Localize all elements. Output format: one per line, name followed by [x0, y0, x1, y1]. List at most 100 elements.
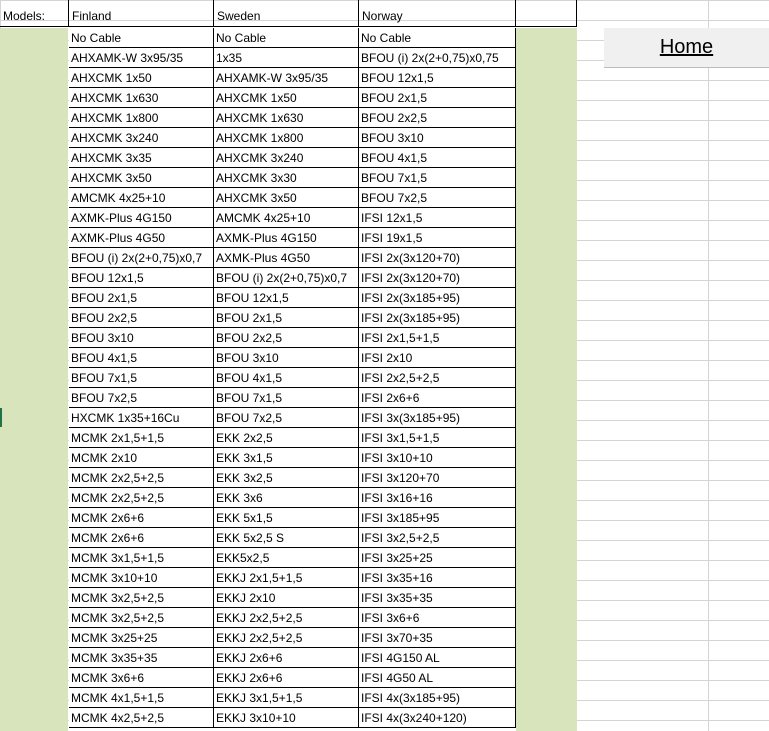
cell-finland[interactable]: AHXCMK 3x35	[69, 148, 214, 168]
cell-finland[interactable]: AHXCMK 3x50	[69, 168, 214, 188]
cell-sweden[interactable]: AHXCMK 1x630	[214, 108, 359, 128]
cell-norway[interactable]: IFSI 2x1,5+1,5	[359, 328, 516, 348]
cell-finland[interactable]: AHXCMK 1x800	[69, 108, 214, 128]
cell-norway[interactable]: IFSI 2x6+6	[359, 388, 516, 408]
cell-norway[interactable]: IFSI 3x120+70	[359, 468, 516, 488]
cell-norway[interactable]: IFSI 2x(3x185+95)	[359, 308, 516, 328]
cell-norway[interactable]: BFOU (i) 2x(2+0,75)x0,75	[359, 48, 516, 68]
cell-finland[interactable]: AXMK-Plus 4G150	[69, 208, 214, 228]
cell-norway[interactable]: BFOU 12x1,5	[359, 68, 516, 88]
cell-norway[interactable]: IFSI 19x1,5	[359, 228, 516, 248]
cell-norway[interactable]: IFSI 3x2,5+2,5	[359, 528, 516, 548]
cell-norway[interactable]: IFSI 2x10	[359, 348, 516, 368]
cell-sweden[interactable]: EKKJ 3x10+10	[214, 708, 359, 728]
header-norway-cell[interactable]: Norway	[359, 0, 516, 27]
cell-sweden[interactable]: EKK 3x6	[214, 488, 359, 508]
cell-sweden[interactable]: EKK 5x2,5 S	[214, 528, 359, 548]
models-label-cell[interactable]: Models:	[0, 0, 69, 27]
cell-finland[interactable]: MCMK 2x2,5+2,5	[69, 488, 214, 508]
cell-finland[interactable]: MCMK 3x35+35	[69, 648, 214, 668]
cell-sweden[interactable]: BFOU 7x2,5	[214, 408, 359, 428]
cell-sweden[interactable]: EKK 3x1,5	[214, 448, 359, 468]
cell-norway[interactable]: BFOU 4x1,5	[359, 148, 516, 168]
cell-finland[interactable]: BFOU 2x1,5	[69, 288, 214, 308]
cell-norway[interactable]: IFSI 2x(3x120+70)	[359, 248, 516, 268]
cell-sweden[interactable]: AHXCMK 1x800	[214, 128, 359, 148]
cell-finland[interactable]: BFOU (i) 2x(2+0,75)x0,7	[69, 248, 214, 268]
home-button[interactable]: Home	[604, 28, 769, 68]
cell-sweden[interactable]: EKK 5x1,5	[214, 508, 359, 528]
cell-finland[interactable]: BFOU 12x1,5	[69, 268, 214, 288]
cell-finland[interactable]: BFOU 4x1,5	[69, 348, 214, 368]
cell-sweden[interactable]: AHXCMK 3x30	[214, 168, 359, 188]
cell-norway[interactable]: IFSI 4G150 AL	[359, 648, 516, 668]
cell-finland[interactable]: MCMK 3x10+10	[69, 568, 214, 588]
cell-finland[interactable]: MCMK 3x25+25	[69, 628, 214, 648]
header-empty-cell[interactable]	[516, 0, 577, 27]
cell-sweden[interactable]: BFOU 3x10	[214, 348, 359, 368]
cell-norway[interactable]: IFSI 3x6+6	[359, 608, 516, 628]
cell-finland[interactable]: AMCMK 4x25+10	[69, 188, 214, 208]
cell-sweden[interactable]: BFOU 2x1,5	[214, 308, 359, 328]
cell-finland[interactable]: MCMK 2x2,5+2,5	[69, 468, 214, 488]
cell-norway[interactable]: IFSI 3x1,5+1,5	[359, 428, 516, 448]
cell-sweden[interactable]: AHXCMK 3x240	[214, 148, 359, 168]
cell-finland[interactable]: HXCMK 1x35+16Cu	[69, 408, 214, 428]
cell-norway[interactable]: IFSI 4x(3x185+95)	[359, 688, 516, 708]
cell-norway[interactable]: IFSI 3x35+16	[359, 568, 516, 588]
cell-norway[interactable]: IFSI 4x(3x240+120)	[359, 708, 516, 728]
cell-sweden[interactable]: BFOU 4x1,5	[214, 368, 359, 388]
cell-sweden[interactable]: No Cable	[214, 28, 359, 48]
cell-finland[interactable]: MCMK 4x1,5+1,5	[69, 688, 214, 708]
cell-norway[interactable]: IFSI 3x35+35	[359, 588, 516, 608]
cell-norway[interactable]: BFOU 2x1,5	[359, 88, 516, 108]
cell-norway[interactable]: IFSI 3x16+16	[359, 488, 516, 508]
cell-sweden[interactable]: BFOU 2x2,5	[214, 328, 359, 348]
cell-finland[interactable]: BFOU 3x10	[69, 328, 214, 348]
cell-sweden[interactable]: EKK 2x2,5	[214, 428, 359, 448]
cell-sweden[interactable]: EKKJ 2x6+6	[214, 668, 359, 688]
cell-finland[interactable]: MCMK 2x6+6	[69, 528, 214, 548]
cell-finland[interactable]: No Cable	[69, 28, 214, 48]
cell-sweden[interactable]: EKKJ 2x1,5+1,5	[214, 568, 359, 588]
cell-sweden[interactable]: EKKJ 2x10	[214, 588, 359, 608]
cell-finland[interactable]: MCMK 2x6+6	[69, 508, 214, 528]
cell-finland[interactable]: MCMK 3x2,5+2,5	[69, 608, 214, 628]
cell-finland[interactable]: AXMK-Plus 4G50	[69, 228, 214, 248]
cell-finland[interactable]: AHXCMK 3x240	[69, 128, 214, 148]
cell-sweden[interactable]: EKKJ 2x2,5+2,5	[214, 628, 359, 648]
cell-sweden[interactable]: EKKJ 3x1,5+1,5	[214, 688, 359, 708]
cell-sweden[interactable]: AHXAMK-W 3x95/35	[214, 68, 359, 88]
cell-norway[interactable]: BFOU 7x2,5	[359, 188, 516, 208]
cell-finland[interactable]: BFOU 2x2,5	[69, 308, 214, 328]
cell-norway[interactable]: BFOU 2x2,5	[359, 108, 516, 128]
spreadsheet[interactable]: Models: Finland Sweden Norway No Cable No…	[0, 0, 769, 731]
header-sweden-cell[interactable]: Sweden	[214, 0, 359, 27]
cell-finland[interactable]: MCMK 2x1,5+1,5	[69, 428, 214, 448]
header-finland-cell[interactable]: Finland	[69, 0, 214, 27]
cell-norway[interactable]: IFSI 3x70+35	[359, 628, 516, 648]
cell-norway[interactable]: No Cable	[359, 28, 516, 48]
cell-sweden[interactable]: BFOU 7x1,5	[214, 388, 359, 408]
cell-norway[interactable]: IFSI 4G50 AL	[359, 668, 516, 688]
cell-norway[interactable]: BFOU 7x1,5	[359, 168, 516, 188]
cell-sweden[interactable]: EKKJ 2x6+6	[214, 648, 359, 668]
cell-norway[interactable]: IFSI 3x185+95	[359, 508, 516, 528]
cell-finland[interactable]: MCMK 4x2,5+2,5	[69, 708, 214, 728]
cell-finland[interactable]: MCMK 2x10	[69, 448, 214, 468]
cell-finland[interactable]: MCMK 3x1,5+1,5	[69, 548, 214, 568]
cell-sweden[interactable]: AHXCMK 1x50	[214, 88, 359, 108]
cell-norway[interactable]: IFSI 2x2,5+2,5	[359, 368, 516, 388]
cell-sweden[interactable]: AXMK-Plus 4G150	[214, 228, 359, 248]
cell-sweden[interactable]: EKKJ 2x2,5+2,5	[214, 608, 359, 628]
cell-norway[interactable]: IFSI 2x(3x120+70)	[359, 268, 516, 288]
cell-norway[interactable]: BFOU 3x10	[359, 128, 516, 148]
cell-sweden[interactable]: BFOU (i) 2x(2+0,75)x0,7	[214, 268, 359, 288]
cell-sweden[interactable]: EKK5x2,5	[214, 548, 359, 568]
cell-sweden[interactable]: 1x35	[214, 48, 359, 68]
cell-sweden[interactable]: AMCMK 4x25+10	[214, 208, 359, 228]
cell-finland[interactable]: AHXCMK 1x630	[69, 88, 214, 108]
cell-finland[interactable]: MCMK 3x6+6	[69, 668, 214, 688]
cell-sweden[interactable]: EKK 3x2,5	[214, 468, 359, 488]
cell-finland[interactable]: AHXAMK-W 3x95/35	[69, 48, 214, 68]
